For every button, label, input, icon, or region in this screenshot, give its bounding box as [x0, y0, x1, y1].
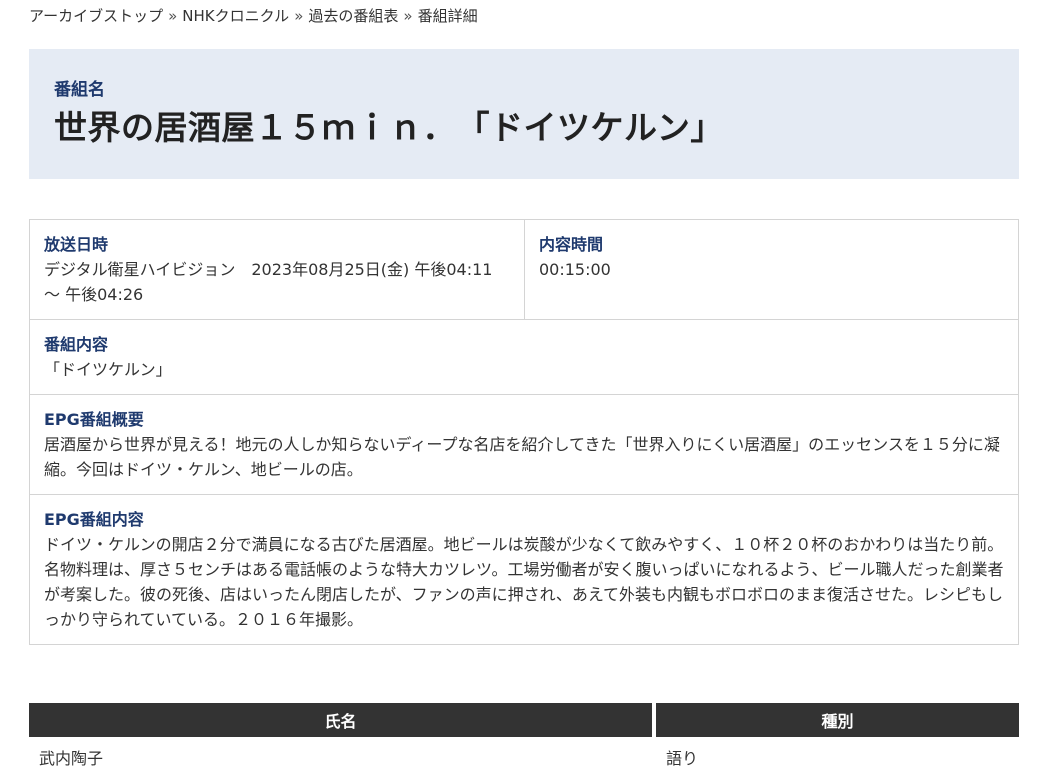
epg-summary-cell: EPG番組概要 居酒屋から世界が見える！地元の人しか知らないディープな名店を紹介… [30, 395, 1018, 494]
breadcrumb-nhk-chronicle[interactable]: NHKクロニクル [182, 7, 289, 25]
duration-label: 内容時間 [539, 235, 604, 254]
cast-role: 語り [666, 749, 699, 768]
duration-cell: 内容時間 00:15:00 [525, 220, 1018, 319]
cast-header-role: 種別 [656, 703, 1019, 737]
epg-detail-cell: EPG番組内容 ドイツ・ケルンの開店２分で満員になる古びた居酒屋。地ビールは炭酸… [30, 495, 1018, 644]
epg-detail-value: ドイツ・ケルンの開店２分で満員になる古びた居酒屋。地ビールは炭酸が少なくて飲みや… [44, 535, 1004, 629]
content-label: 番組内容 [44, 335, 109, 354]
duration-value: 00:15:00 [539, 260, 611, 279]
breadcrumb-separator: » [294, 7, 304, 25]
cast-header-name: 氏名 [29, 703, 656, 737]
epg-summary-value: 居酒屋から世界が見える！地元の人しか知らないディープな名店を紹介してきた「世界入… [44, 435, 1000, 479]
content-cell: 番組内容 「ドイツケルン」 [30, 320, 1018, 394]
info-row-epg-detail: EPG番組内容 ドイツ・ケルンの開店２分で満員になる古びた居酒屋。地ビールは炭酸… [30, 495, 1018, 644]
program-title: 世界の居酒屋１５ｍｉｎ． 「ドイツケルン」 [54, 108, 724, 147]
program-info-table: 放送日時 デジタル衛星ハイビジョン 2023年08月25日(金) 午後04:11… [29, 219, 1019, 645]
info-row-epg-summary: EPG番組概要 居酒屋から世界が見える！地元の人しか知らないディープな名店を紹介… [30, 395, 1018, 495]
info-row-content: 番組内容 「ドイツケルン」 [30, 320, 1018, 395]
broadcast-label: 放送日時 [44, 235, 109, 254]
epg-summary-label: EPG番組概要 [44, 410, 144, 429]
epg-detail-label: EPG番組内容 [44, 510, 144, 529]
info-row-broadcast: 放送日時 デジタル衛星ハイビジョン 2023年08月25日(金) 午後04:11… [30, 220, 1018, 320]
cast-table: 氏名 種別 武内陶子 語り [29, 703, 1019, 777]
breadcrumb-archive-top[interactable]: アーカイブストップ [29, 7, 163, 25]
breadcrumb: アーカイブストップ» NHKクロニクル» 過去の番組表» 番組詳細 [29, 6, 478, 26]
cast-name: 武内陶子 [39, 749, 104, 768]
breadcrumb-past-schedule[interactable]: 過去の番組表 [308, 7, 398, 25]
program-title-box: 番組名 世界の居酒屋１５ｍｉｎ． 「ドイツケルン」 [29, 49, 1019, 179]
broadcast-value: デジタル衛星ハイビジョン 2023年08月25日(金) 午後04:11 ～ 午後… [44, 260, 493, 304]
breadcrumb-separator: » [168, 7, 178, 25]
broadcast-cell: 放送日時 デジタル衛星ハイビジョン 2023年08月25日(金) 午後04:11… [30, 220, 525, 319]
table-row: 武内陶子 語り [29, 737, 1019, 777]
cast-header-row: 氏名 種別 [29, 703, 1019, 737]
program-name-label: 番組名 [54, 80, 105, 100]
breadcrumb-current: 番組詳細 [417, 7, 478, 25]
breadcrumb-separator: » [403, 7, 413, 25]
content-value: 「ドイツケルン」 [44, 360, 172, 379]
